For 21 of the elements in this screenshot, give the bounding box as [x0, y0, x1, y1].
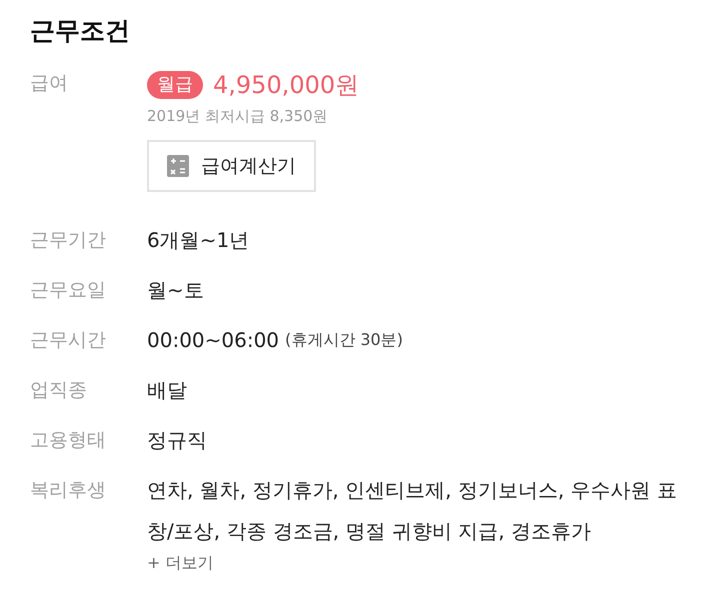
- field-label: 고용형태: [30, 428, 106, 453]
- field-value: 00:00~06:00: [147, 327, 280, 354]
- field-value: 배달: [147, 377, 187, 404]
- field-label: 복리후생: [30, 478, 106, 503]
- field-label: 업직종: [30, 378, 87, 403]
- calculator-icon: [167, 155, 189, 177]
- field-label: 근무기간: [30, 228, 106, 253]
- field-label: 근무시간: [30, 328, 106, 353]
- calculator-button[interactable]: 급여계산기: [147, 140, 316, 192]
- section-title: 근무조건: [30, 15, 130, 47]
- field-value: 월~토: [147, 277, 204, 304]
- more-link[interactable]: + 더보기: [147, 552, 214, 574]
- pay-type-badge: 월급: [147, 71, 203, 99]
- salary-amount: 4,950,000원: [213, 70, 360, 101]
- minimum-wage-note: 2019년 최저시급 8,350원: [147, 107, 328, 126]
- break-time-note: (휴게시간 30분): [285, 330, 403, 350]
- field-label: 근무요일: [30, 278, 106, 303]
- field-value: 연차, 월차, 정기휴가, 인센티브제, 정기보너스, 우수사원 표창/포상, 각종 경조금, 명절 귀향비 지급, 경조휴가: [147, 477, 678, 545]
- field-value: 6개월~1년: [147, 227, 250, 254]
- field-value: 정규직: [147, 427, 207, 454]
- field-label: 급여: [30, 71, 68, 96]
